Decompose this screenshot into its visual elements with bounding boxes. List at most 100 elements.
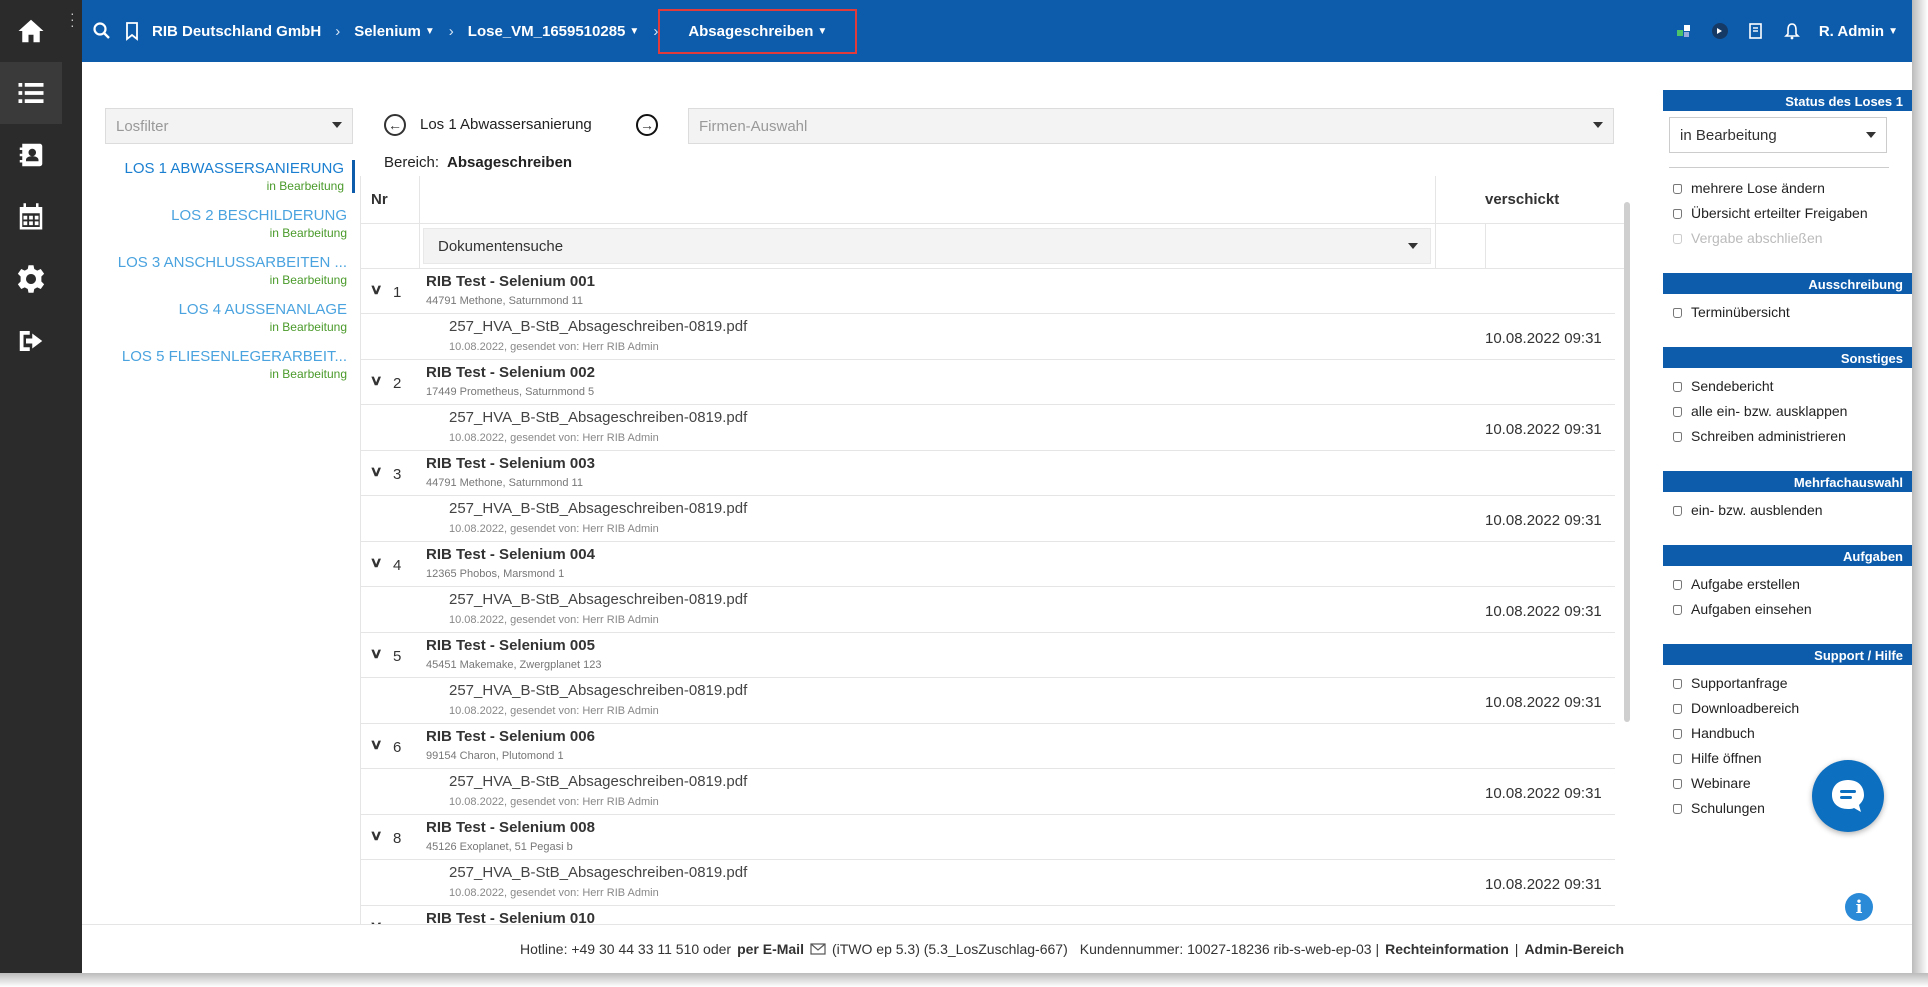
document-row[interactable]: 257_HVA_B-StB_Absageschreiben-0819.pdf 10… — [361, 769, 1615, 815]
table-group: ∨ 3 RIB Test - Selenium 003 44791 Methone, … — [361, 451, 1624, 542]
next-los-arrow-icon[interactable]: → — [636, 114, 658, 136]
calendar-icon[interactable] — [0, 186, 62, 248]
chevron-down-icon[interactable]: ∨ — [369, 372, 382, 389]
panel-link[interactable]: Aufgaben einsehen — [1663, 597, 1913, 622]
logout-icon[interactable] — [0, 310, 62, 372]
los-item-1[interactable]: LOS 1 ABWASSERSANIERUNG in Bearbeitung — [105, 160, 355, 193]
firm-address: 44791 Methone, Saturnmond 11 — [426, 295, 583, 307]
document-row[interactable]: 257_HVA_B-StB_Absageschreiben-0819.pdf 10… — [361, 314, 1615, 360]
chevron-down-icon[interactable]: ∨ — [369, 736, 382, 753]
status-select[interactable]: in Bearbeitung — [1669, 117, 1887, 153]
breadcrumb-lose[interactable]: Lose_VM_1659510285 ▼ — [468, 23, 640, 40]
losfilter-select[interactable]: Losfilter — [105, 108, 353, 144]
panel-link[interactable]: Übersicht erteilter Freigaben — [1663, 201, 1913, 226]
bullet-icon — [1673, 308, 1682, 318]
firm-address: 99154 Charon, Plutomond 1 — [426, 750, 564, 762]
document-file-link[interactable]: 257_HVA_B-StB_Absageschreiben-0819.pdf — [449, 318, 747, 335]
panel-link[interactable]: Handbuch — [1663, 721, 1913, 746]
panel-link[interactable]: ein- bzw. ausblenden — [1663, 498, 1913, 523]
panel-link[interactable]: Hilfe öffnen — [1663, 746, 1913, 771]
table-row[interactable]: ∨ 3 RIB Test - Selenium 003 44791 Methone, … — [361, 451, 1615, 496]
table-row[interactable]: ∨ 4 RIB Test - Selenium 004 12365 Phobos, M… — [361, 542, 1615, 587]
chevron-down-icon[interactable]: ∨ — [369, 645, 382, 662]
caret-down-icon — [1408, 243, 1418, 249]
los-item-2[interactable]: LOS 2 BESCHILDERUNG in Bearbeitung — [105, 207, 355, 240]
breadcrumb-company[interactable]: RIB Deutschland GmbH — [152, 23, 321, 40]
footer-admin-link[interactable]: Admin-Bereich — [1524, 941, 1624, 957]
document-row[interactable]: 257_HVA_B-StB_Absageschreiben-0819.pdf 10… — [361, 860, 1615, 906]
document-row[interactable]: 257_HVA_B-StB_Absageschreiben-0819.pdf 10… — [361, 405, 1615, 451]
sent-date: 10.08.2022 09:31 — [1485, 421, 1602, 438]
document-file-link[interactable]: 257_HVA_B-StB_Absageschreiben-0819.pdf — [449, 864, 747, 881]
search-icon[interactable] — [92, 21, 112, 41]
itwo-icon[interactable] — [1711, 22, 1729, 40]
firm-name: RIB Test - Selenium 004 — [426, 546, 595, 563]
caret-down-icon: ▼ — [817, 25, 828, 37]
sent-date: 10.08.2022 09:31 — [1485, 330, 1602, 347]
panel-link[interactable]: Terminübersicht — [1663, 300, 1913, 325]
caret-down-icon — [1593, 122, 1603, 128]
chevron-down-icon[interactable]: ∨ — [369, 281, 382, 298]
side-rail: · · · — [0, 0, 82, 973]
panel-link[interactable]: Sendebericht — [1663, 374, 1913, 399]
info-icon[interactable]: i — [1845, 893, 1873, 921]
list-icon[interactable] — [0, 62, 62, 124]
firm-name: RIB Test - Selenium 008 — [426, 819, 595, 836]
chat-bubble-icon[interactable] — [1812, 760, 1884, 832]
more-dots-icon[interactable]: · · · — [70, 6, 75, 32]
chevron-down-icon[interactable]: ∨ — [369, 827, 382, 844]
document-row[interactable]: 257_HVA_B-StB_Absageschreiben-0819.pdf 10… — [361, 496, 1615, 542]
document-file-link[interactable]: 257_HVA_B-StB_Absageschreiben-0819.pdf — [449, 682, 747, 699]
panel-link[interactable]: Schreiben administrieren — [1663, 424, 1913, 449]
panel-link[interactable]: Supportanfrage — [1663, 671, 1913, 696]
table-row[interactable]: ∨RIB Test - Selenium 010 — [361, 906, 1615, 924]
panel-link[interactable]: mehrere Lose ändern — [1663, 176, 1913, 201]
panel-link[interactable]: Downloadbereich — [1663, 696, 1913, 721]
table-row[interactable]: ∨ 1 RIB Test - Selenium 001 44791 Methone, … — [361, 269, 1615, 314]
document-file-link[interactable]: 257_HVA_B-StB_Absageschreiben-0819.pdf — [449, 409, 747, 426]
firmen-select[interactable]: Firmen-Auswahl — [688, 108, 1614, 144]
table-row[interactable]: ∨ 2 RIB Test - Selenium 002 17449 Prometheu… — [361, 360, 1615, 405]
breadcrumb-project[interactable]: Selenium ▼ — [354, 23, 435, 40]
col-verschickt-header[interactable]: verschickt — [1485, 191, 1559, 208]
document-row[interactable]: 257_HVA_B-StB_Absageschreiben-0819.pdf 10… — [361, 678, 1615, 724]
table-row[interactable]: ∨ 8 RIB Test - Selenium 008 45126 Exoplanet… — [361, 815, 1615, 860]
los-list: LOS 1 ABWASSERSANIERUNG in Bearbeitung LO… — [105, 160, 355, 395]
chevron-down-icon[interactable]: ∨ — [369, 554, 382, 571]
breadcrumb-current[interactable]: Absageschreiben ▼ — [658, 8, 858, 54]
table-row[interactable]: ∨ 6 RIB Test - Selenium 006 99154 Charon, P… — [361, 724, 1615, 769]
table-body: ∨ 1 RIB Test - Selenium 001 44791 Methone, … — [361, 269, 1624, 924]
notes-icon[interactable] — [1747, 22, 1765, 40]
bereich-label: Bereich: Absageschreiben — [384, 154, 573, 171]
bell-icon[interactable] — [1783, 22, 1801, 40]
panel-link[interactable]: Aufgabe erstellen — [1663, 572, 1913, 597]
footer-email-link[interactable]: per E-Mail — [737, 941, 804, 957]
los-item-5[interactable]: LOS 5 FLIESENLEGERARBEIT... in Bearbeitun… — [105, 348, 355, 381]
user-menu[interactable]: R. Admin ▼ — [1819, 23, 1898, 40]
table-group: ∨RIB Test - Selenium 010 — [361, 906, 1624, 924]
panel-link[interactable]: alle ein- bzw. ausklappen — [1663, 399, 1913, 424]
los-item-4[interactable]: LOS 4 AUSSENANLAGE in Bearbeitung — [105, 301, 355, 334]
table-scrollbar[interactable] — [1622, 202, 1632, 812]
document-file-link[interactable]: 257_HVA_B-StB_Absageschreiben-0819.pdf — [449, 773, 747, 790]
document-file-link[interactable]: 257_HVA_B-StB_Absageschreiben-0819.pdf — [449, 591, 747, 608]
gear-icon[interactable] — [0, 248, 62, 310]
bookmark-icon[interactable] — [122, 21, 142, 41]
bullet-icon — [1673, 407, 1682, 417]
prev-los-arrow-icon[interactable]: ← — [384, 114, 406, 136]
footer-rechteinformation-link[interactable]: Rechteinformation — [1385, 941, 1509, 957]
table-row[interactable]: ∨ 5 RIB Test - Selenium 005 45451 Makemake,… — [361, 633, 1615, 678]
document-meta: 10.08.2022, gesendet von: Herr RIB Admin — [449, 887, 659, 899]
contacts-icon[interactable] — [0, 124, 62, 186]
dokumentensuche-select[interactable]: Dokumentensuche — [423, 228, 1431, 264]
breadcrumb: RIB Deutschland GmbH › Selenium ▼ › Lose_… — [92, 0, 858, 62]
caret-down-icon — [1866, 132, 1876, 138]
apps-icon[interactable] — [1675, 22, 1693, 40]
col-nr-header[interactable]: Nr — [371, 191, 388, 208]
document-row[interactable]: 257_HVA_B-StB_Absageschreiben-0819.pdf 10… — [361, 587, 1615, 633]
los-item-3[interactable]: LOS 3 ANSCHLUSSARBEITEN ... in Bearbeitun… — [105, 254, 355, 287]
chevron-down-icon[interactable]: ∨ — [369, 463, 382, 480]
current-los-title: Los 1 Abwassersanierung — [420, 116, 592, 133]
home-icon[interactable] — [0, 0, 62, 62]
document-file-link[interactable]: 257_HVA_B-StB_Absageschreiben-0819.pdf — [449, 500, 747, 517]
